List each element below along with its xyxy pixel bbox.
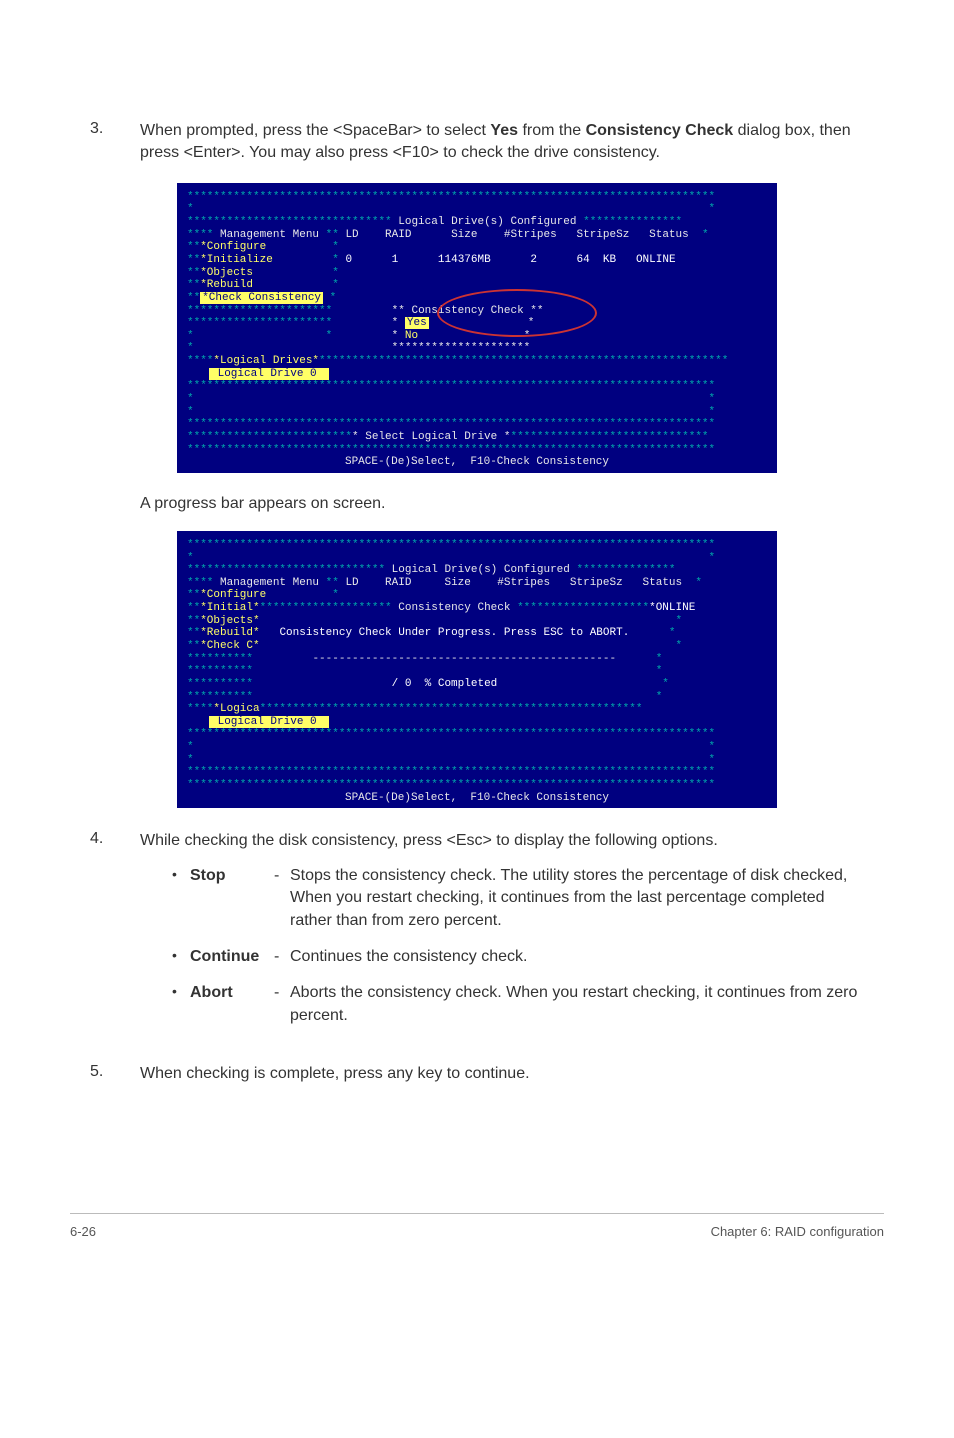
bios-header-row: ****************************** Logical D… <box>187 564 767 577</box>
bios-logical-drive-0: Logical Drive 0 <box>209 368 329 381</box>
bios-menu-item: ***Objects* * <box>187 615 767 628</box>
page-number: 6-26 <box>70 1224 96 1239</box>
step-number: 4. <box>90 830 140 1045</box>
option-separator: - <box>274 982 290 1004</box>
bios-dialog-yes: ********************** * Yes * <box>187 317 767 330</box>
bullet: • <box>172 865 190 885</box>
bullet: • <box>172 982 190 1002</box>
bios-border: ****************************************… <box>187 418 767 431</box>
text: When prompted, press the <SpaceBar> to s… <box>140 122 490 139</box>
bios-border: * * <box>187 754 767 767</box>
bios-dialog-no: * * * No * <box>187 330 767 343</box>
option-name: Abort <box>190 982 274 1004</box>
bios-menu-item-objects: ***Objects * <box>187 267 767 280</box>
bold-consistency-check: Consistency Check <box>586 122 734 139</box>
option-name: Continue <box>190 946 274 968</box>
bios-border: ********** -----------------------------… <box>187 653 767 666</box>
bios-menu-item: ***Check C* * <box>187 640 767 653</box>
bios-border: ********************** ** Consistency Ch… <box>187 305 767 318</box>
bios-border: ****************************************… <box>187 539 767 552</box>
text: While checking the disk consistency, pre… <box>140 832 718 849</box>
bios-footer-help: SPACE-(De)Select, F10-Check Consistency <box>187 792 767 805</box>
progress-caption: A progress bar appears on screen. <box>140 495 864 513</box>
bios-footer-help: SPACE-(De)Select, F10-Check Consistency <box>187 456 767 469</box>
bios-border: ****************************************… <box>187 779 767 792</box>
step-body: When prompted, press the <SpaceBar> to s… <box>140 120 864 165</box>
bios-border: ****************************************… <box>187 191 767 204</box>
bios-menu-item-check: ***Check Consistency * <box>187 292 767 305</box>
bios-progress-percent: ********** / 0 % Completed * <box>187 678 767 691</box>
bios-border: ****************************************… <box>187 380 767 393</box>
bios-border: ****************************************… <box>187 728 767 741</box>
bios-column-headers: **** Management Menu ** LD RAID Size #St… <box>187 577 767 590</box>
bios-menu-item-configure: ***Configure * <box>187 241 767 254</box>
bios-border: ********** * <box>187 665 767 678</box>
step-5: 5. When checking is complete, press any … <box>90 1063 864 1085</box>
bios-border: ********** * <box>187 691 767 704</box>
step-number: 3. <box>90 120 140 165</box>
option-name: Stop <box>190 865 274 887</box>
chapter-title: Chapter 6: RAID configuration <box>711 1224 884 1239</box>
bios-progress-message: ***Rebuild* Consistency Check Under Prog… <box>187 627 767 640</box>
option-continue: • Continue - Continues the consistency c… <box>172 946 864 968</box>
option-separator: - <box>274 865 290 887</box>
bios-border: * ********************* <box>187 342 767 355</box>
options-list: • Stop - Stops the consistency check. Th… <box>172 865 864 1027</box>
bios-logical-drive-0: Logical Drive 0 <box>209 716 329 729</box>
bios-logical-drives: *****Logical Drives*********************… <box>187 355 767 368</box>
option-separator: - <box>274 946 290 968</box>
option-abort: • Abort - Aborts the consistency check. … <box>172 982 864 1027</box>
bios-border: * * <box>187 406 767 419</box>
bios-border: ****************************************… <box>187 766 767 779</box>
bios-screenshot-2: ****************************************… <box>177 531 777 808</box>
option-desc: Continues the consistency check. <box>290 946 864 968</box>
option-desc: Aborts the consistency check. When you r… <box>290 982 864 1027</box>
no-option: No <box>405 330 418 342</box>
bios-border: * * <box>187 203 767 216</box>
step-4: 4. While checking the disk consistency, … <box>90 830 864 1045</box>
bios-border: * * <box>187 552 767 565</box>
bios-data-row: ***Initialize * 0 1 114376MB 2 64 KB ONL… <box>187 254 767 267</box>
bios-screenshot-1: ****************************************… <box>177 183 777 473</box>
step-3: 3. When prompted, press the <SpaceBar> t… <box>90 120 864 165</box>
bios-border: * * <box>187 393 767 406</box>
bios-menu-item-rebuild: ***Rebuild * <box>187 279 767 292</box>
bios-column-headers: **** Management Menu ** LD RAID Size #St… <box>187 229 767 242</box>
text: from the <box>518 122 586 139</box>
bios-menu-item: ***Configure * <box>187 589 767 602</box>
option-desc: Stops the consistency check. The utility… <box>290 865 864 932</box>
bios-border: ****************************************… <box>187 444 767 457</box>
bullet: • <box>172 946 190 966</box>
bios-header-row: ******************************* Logical … <box>187 216 767 229</box>
step-body: When checking is complete, press any key… <box>140 1063 530 1085</box>
option-stop: • Stop - Stops the consistency check. Th… <box>172 865 864 932</box>
step-number: 5. <box>90 1063 140 1085</box>
bios-select-drive: ************************** Select Logica… <box>187 431 767 444</box>
bold-yes: Yes <box>490 122 518 139</box>
step-body: While checking the disk consistency, pre… <box>140 830 864 1045</box>
yes-option: Yes <box>405 317 429 329</box>
page-footer: 6-26 Chapter 6: RAID configuration <box>70 1213 884 1239</box>
bios-border: * * <box>187 741 767 754</box>
bios-logica: *****Logica*****************************… <box>187 703 767 716</box>
bios-consistency-check-title: ***Initial********************* Consiste… <box>187 602 767 615</box>
